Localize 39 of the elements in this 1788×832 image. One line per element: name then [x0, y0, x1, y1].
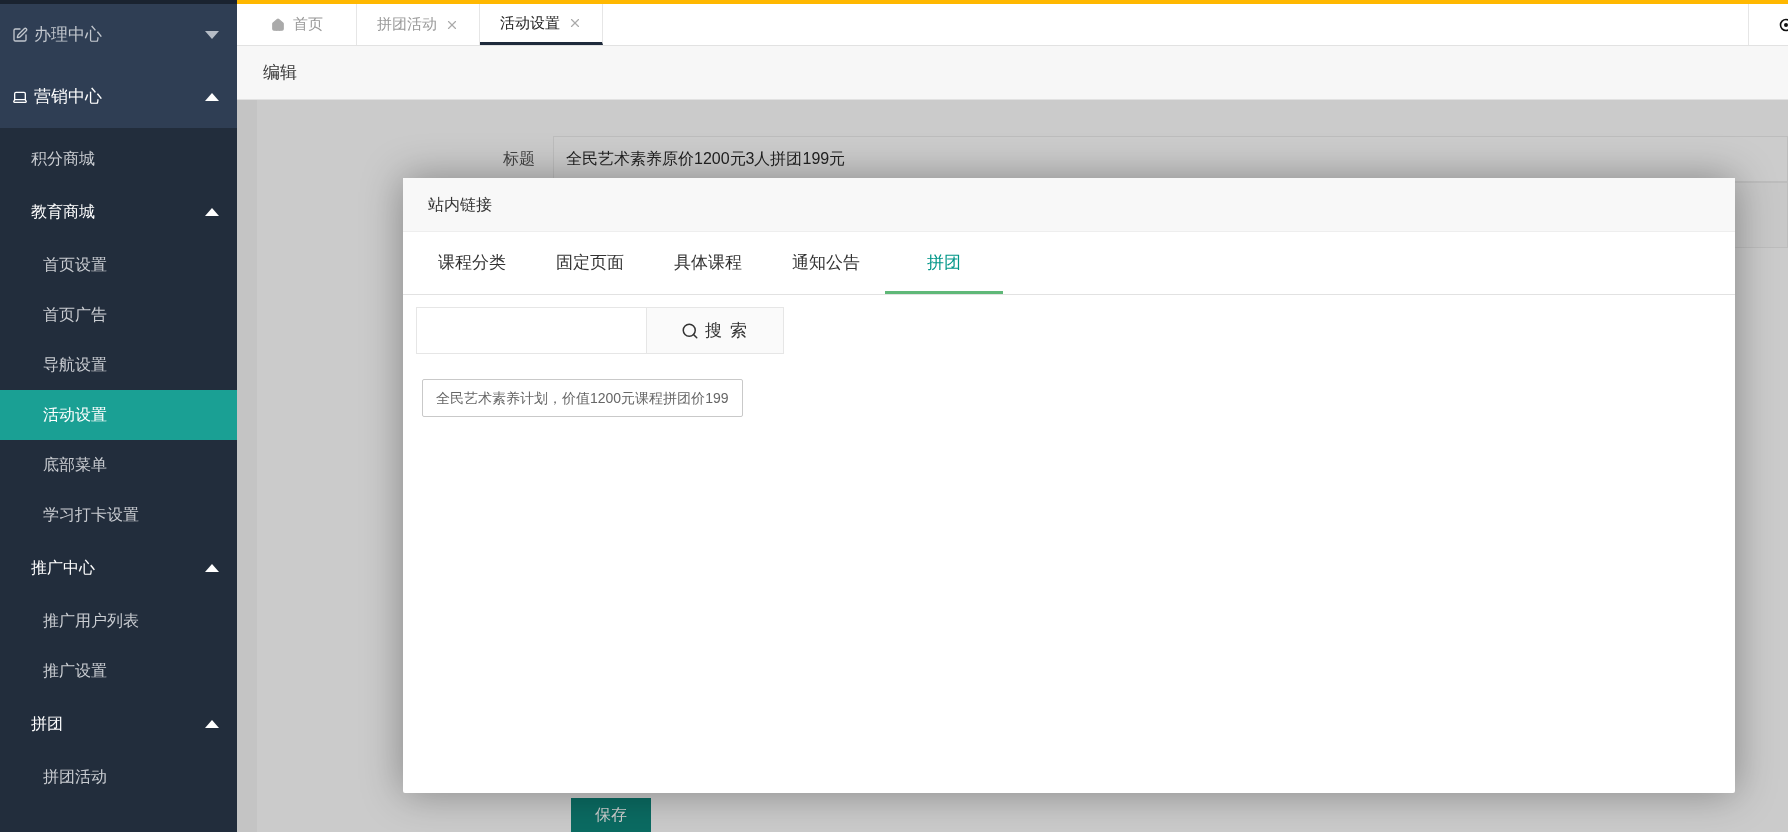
search-icon — [680, 321, 699, 340]
title-input[interactable]: 全民艺术素养原价1200元3人拼团199元 — [553, 136, 1788, 182]
menu-section[interactable]: 拼团 — [0, 696, 237, 752]
section-label: 教育商城 — [31, 202, 96, 222]
group-label: 办理中心 — [34, 24, 103, 47]
target-icon — [1778, 17, 1788, 32]
menu-item[interactable]: 推广设置 — [0, 646, 237, 696]
dialog-tab[interactable]: 拼团 — [885, 232, 1003, 294]
dialog-title: 站内链接 — [428, 194, 492, 215]
menu-item[interactable]: 推广用户列表 — [0, 596, 237, 646]
sidebar-group[interactable]: 营销中心 — [0, 66, 237, 128]
home-icon — [270, 17, 285, 32]
group-label: 营销中心 — [34, 86, 103, 109]
search-button[interactable]: 搜 索 — [647, 307, 784, 354]
tab-menu-button[interactable] — [1748, 4, 1788, 45]
menu-item[interactable]: 拼团活动 — [0, 752, 237, 802]
dialog-tab[interactable]: 通知公告 — [767, 232, 885, 294]
dialog-tab[interactable]: 课程分类 — [413, 232, 531, 294]
result-item[interactable]: 全民艺术素养计划，价值1200元课程拼团价199 — [422, 379, 743, 417]
menu-section[interactable]: 教育商城 — [0, 184, 237, 240]
menu-item[interactable]: 积分商城 — [0, 134, 237, 184]
menu-item[interactable]: 首页广告 — [0, 290, 237, 340]
dialog-tab[interactable]: 固定页面 — [531, 232, 649, 294]
search-field[interactable] — [416, 307, 647, 354]
laptop-icon — [12, 89, 28, 105]
section-label: 推广中心 — [31, 558, 96, 578]
save-button[interactable]: 保存 — [571, 798, 651, 832]
sidebar-group[interactable]: 办理中心 — [0, 4, 237, 66]
section-label: 拼团 — [31, 714, 64, 734]
field-label: 标题 — [502, 149, 536, 169]
menu-item[interactable]: 学习打卡设置 — [0, 490, 237, 540]
menu-item[interactable]: 首页设置 — [0, 240, 237, 290]
menu-item[interactable]: 底部菜单 — [0, 440, 237, 490]
breadcrumb: 编辑 — [263, 61, 297, 84]
menu-section[interactable]: 推广中心 — [0, 540, 237, 596]
edit-icon — [12, 27, 28, 43]
menu-item[interactable]: 导航设置 — [0, 340, 237, 390]
dialog-tab[interactable]: 具体课程 — [649, 232, 767, 294]
close-icon[interactable] — [568, 16, 582, 30]
